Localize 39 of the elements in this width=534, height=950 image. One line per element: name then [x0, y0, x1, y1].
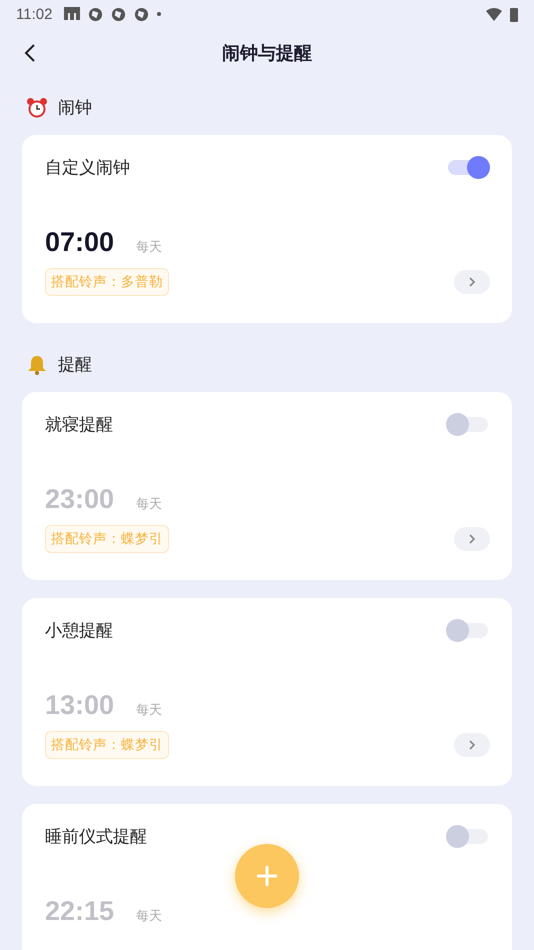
chevron-button[interactable]: [454, 733, 490, 757]
wifi-icon: [486, 8, 502, 20]
chevron-right-icon: [467, 276, 477, 288]
alarm-clock-icon: [26, 96, 48, 118]
plus-icon: [255, 864, 279, 888]
toggle-switch[interactable]: [446, 155, 490, 179]
reminder-title: 自定义闹钟: [45, 156, 130, 178]
section-title: 闹钟: [58, 97, 92, 119]
alarm-time: 23:00: [45, 484, 114, 515]
notification-icon: [64, 7, 80, 21]
alarm-time: 22:15: [45, 896, 114, 927]
battery-icon: [510, 6, 518, 22]
alarm-time: 07:00: [45, 227, 114, 258]
reminder-title: 睡前仪式提醒: [45, 826, 147, 848]
bell-icon: [26, 354, 48, 376]
repeat-label: 每天: [136, 702, 162, 719]
chevron-button[interactable]: [454, 270, 490, 294]
aperture-icon: [134, 6, 150, 22]
repeat-label: 每天: [136, 239, 162, 256]
aperture-icon: [88, 6, 104, 22]
repeat-label: 每天: [136, 908, 162, 925]
toggle-switch[interactable]: [446, 824, 490, 848]
ringtone-tag: 搭配铃声：多普勒: [45, 268, 169, 296]
toggle-switch[interactable]: [446, 618, 490, 642]
chevron-right-icon: [467, 739, 477, 751]
ringtone-tag: 搭配铃声：蝶梦引: [45, 525, 169, 553]
ringtone-tag: 搭配铃声：蝶梦引: [45, 731, 169, 759]
section-title: 提醒: [58, 354, 92, 376]
reminder-title: 小憩提醒: [45, 620, 113, 642]
chevron-right-icon: [467, 533, 477, 545]
toggle-switch[interactable]: [446, 412, 490, 436]
page-title: 闹钟与提醒: [222, 42, 312, 65]
dot-icon: [157, 12, 162, 16]
status-time: 11:02: [16, 6, 52, 22]
repeat-label: 每天: [136, 496, 162, 513]
reminder-title: 就寝提醒: [45, 414, 113, 436]
chevron-button[interactable]: [454, 527, 490, 551]
aperture-icon: [111, 6, 126, 22]
alarm-time: 13:00: [45, 690, 114, 721]
